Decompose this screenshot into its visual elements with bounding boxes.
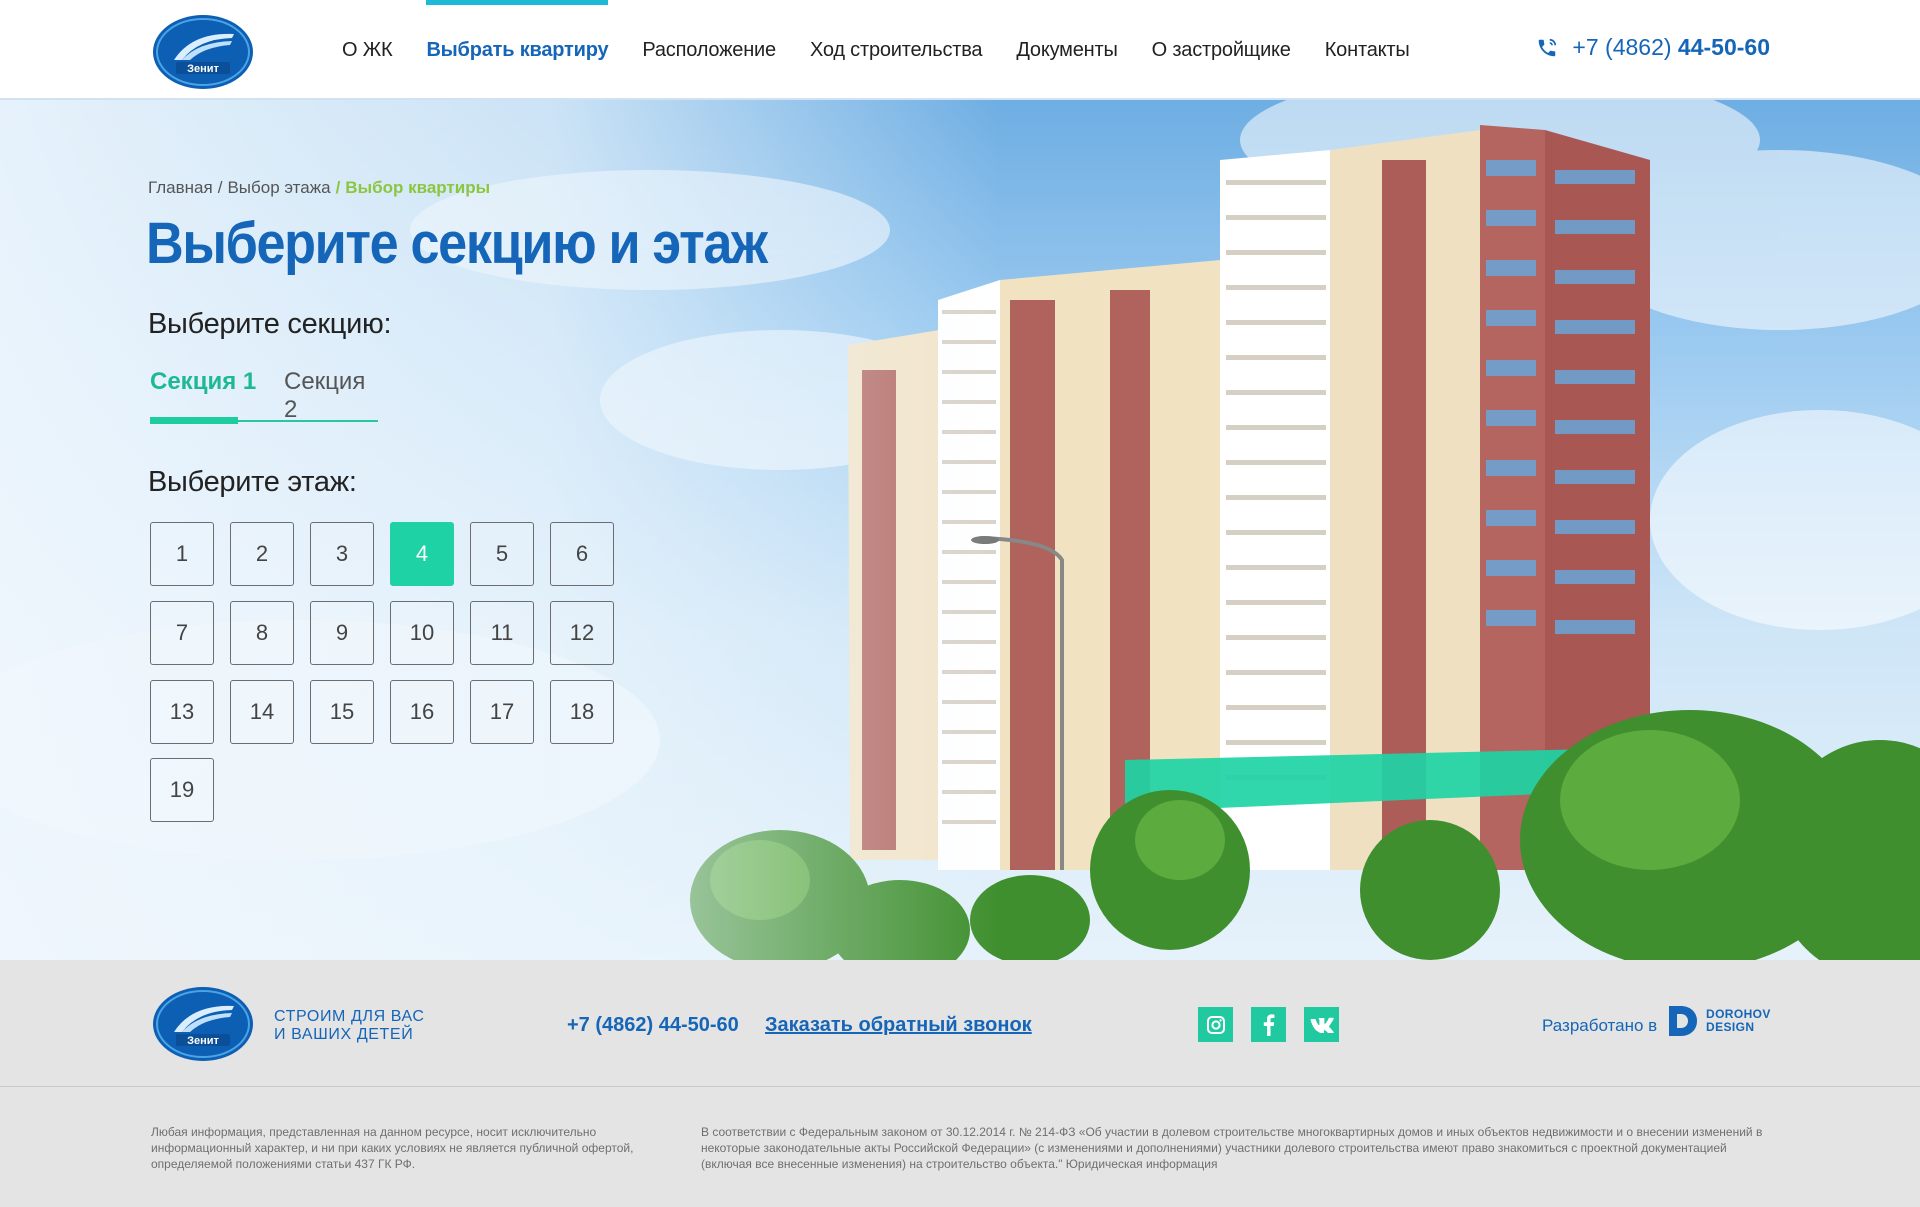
floor-heading: Выберите этаж: (148, 466, 357, 498)
svg-text:Зенит: Зенит (187, 1035, 219, 1047)
site-header: Зенит О ЖК Выбрать квартиру Расположение… (0, 0, 1920, 100)
site-footer: Зенит Строим для вас и ваших детей +7 (4… (0, 960, 1920, 1207)
nav-item-documents[interactable]: Документы (1016, 0, 1117, 100)
svg-text:Зенит: Зенит (187, 63, 219, 75)
slogan-line-2: и ваших детей (274, 1026, 414, 1043)
phone-number[interactable]: +7 (4862) 44-50-60 (1572, 34, 1770, 61)
floor-button[interactable]: 19 (150, 758, 214, 822)
tab-section-1[interactable]: Секция 1 (150, 368, 256, 396)
floor-button[interactable]: 16 (390, 680, 454, 744)
floor-button[interactable]: 15 (310, 680, 374, 744)
breadcrumb-separator: / (217, 178, 223, 197)
nav-item-about[interactable]: О ЖК (342, 0, 393, 100)
floor-button[interactable]: 18 (550, 680, 614, 744)
footer-phone[interactable]: +7 (4862) 44-50-60 (567, 1014, 739, 1037)
nav-item-construction[interactable]: Ход строительства (810, 0, 983, 100)
floor-button-selected[interactable]: 4 (390, 522, 454, 586)
floor-button[interactable]: 3 (310, 522, 374, 586)
breadcrumb-floor-select[interactable]: Выбор этажа (227, 178, 330, 197)
hero-section: Главная / Выбор этажа / Выбор квартиры Выбер… (0, 100, 1920, 960)
page-title: Выберите секцию и этаж (146, 211, 768, 276)
floor-button[interactable]: 2 (230, 522, 294, 586)
floor-button[interactable]: 10 (390, 601, 454, 665)
breadcrumb-home[interactable]: Главная (148, 178, 213, 197)
floor-button[interactable]: 17 (470, 680, 534, 744)
breadcrumb-current: Выбор квартиры (345, 178, 491, 197)
callback-link[interactable]: Заказать обратный звонок (765, 1014, 1032, 1037)
nav-item-contacts[interactable]: Контакты (1325, 0, 1410, 100)
floor-button[interactable]: 1 (150, 522, 214, 586)
dorohov-design-logo[interactable]: DOROHOV DESIGN (1666, 1004, 1771, 1038)
floor-button[interactable]: 8 (230, 601, 294, 665)
facebook-icon[interactable] (1251, 1007, 1286, 1042)
phone-icon (1539, 38, 1557, 56)
floor-button[interactable]: 13 (150, 680, 214, 744)
breadcrumb-separator: / (335, 178, 341, 197)
active-tab-indicator (150, 417, 238, 424)
legal-law-notice: В соответствии с Федеральным законом от … (701, 1125, 1763, 1171)
floor-button[interactable]: 11 (470, 601, 534, 665)
nav-item-developer[interactable]: О застройщике (1152, 0, 1291, 100)
social-links (1198, 1007, 1339, 1042)
footer-slogan: Строим для вас и ваших детей (274, 1008, 425, 1044)
dev-logo-line-2: DESIGN (1706, 1020, 1755, 1034)
zenit-logo[interactable]: Зенит (152, 986, 254, 1062)
floor-button[interactable]: 7 (150, 601, 214, 665)
floor-button[interactable]: 6 (550, 522, 614, 586)
nav-item-location[interactable]: Расположение (642, 0, 776, 100)
vk-icon[interactable] (1304, 1007, 1339, 1042)
floor-button[interactable]: 9 (310, 601, 374, 665)
floor-button[interactable]: 14 (230, 680, 294, 744)
header-phone[interactable]: +7 (4862) 44-50-60 (1536, 34, 1770, 61)
section-tabs: Секция 1 Секция 2 (150, 362, 378, 424)
legal-disclaimer: Любая информация, представленная на данн… (151, 1125, 634, 1171)
zenit-logo[interactable]: Зенит (152, 14, 254, 90)
nav-item-choose-apartment[interactable]: Выбрать квартиру (426, 0, 609, 100)
footer-top: Зенит Строим для вас и ваших детей +7 (4… (0, 960, 1920, 1087)
tab-section-2[interactable]: Секция 2 (284, 368, 378, 424)
instagram-icon[interactable] (1198, 1007, 1233, 1042)
dorohov-d-icon (1669, 1006, 1697, 1036)
section-heading: Выберите секцию: (148, 308, 392, 340)
developed-by-label: Разработано в (1542, 1016, 1658, 1035)
floor-button[interactable]: 5 (470, 522, 534, 586)
slogan-line-1: Строим для вас (274, 1008, 425, 1025)
breadcrumb: Главная / Выбор этажа / Выбор квартиры (148, 178, 490, 198)
floor-button[interactable]: 12 (550, 601, 614, 665)
main-nav: О ЖК Выбрать квартиру Расположение Ход с… (342, 0, 1410, 100)
